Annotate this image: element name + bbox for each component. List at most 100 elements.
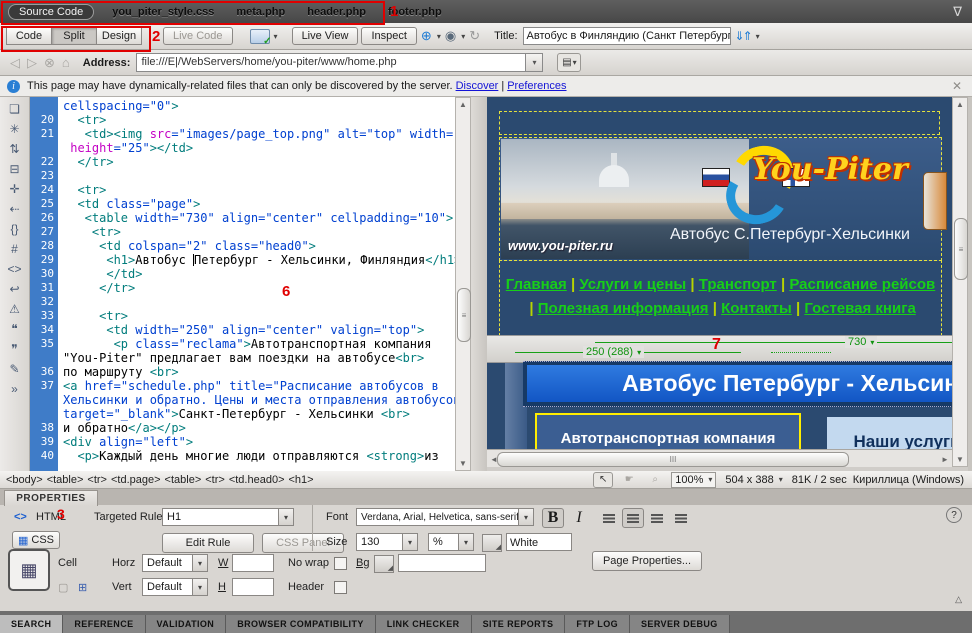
size-unit-combo[interactable]: %▾ bbox=[428, 533, 474, 551]
file-get-put-icon[interactable]: ⇓⇑ bbox=[735, 29, 751, 43]
view-button-split[interactable]: Split bbox=[51, 27, 97, 45]
validate-markup-icon[interactable]: ◉ bbox=[445, 28, 456, 44]
line-numbers-icon[interactable]: # bbox=[5, 243, 25, 256]
design-vertical-scrollbar[interactable]: ▲ ▼ ≡ bbox=[952, 97, 968, 467]
text-color-swatch[interactable]: ◢ bbox=[482, 534, 502, 552]
filter-icon[interactable]: ∇ bbox=[953, 4, 962, 20]
code-line[interactable]: <div align="left"> bbox=[63, 435, 455, 449]
code-line[interactable]: <tr> bbox=[63, 183, 455, 197]
targeted-rule-combo[interactable]: H1▾ bbox=[162, 508, 294, 526]
design-horizontal-scrollbar[interactable]: ◄ ► III bbox=[487, 449, 952, 467]
bg-color-swatch[interactable]: ◢ bbox=[374, 555, 394, 573]
code-line[interactable]: <td><img src="images/page_top.png" alt="… bbox=[63, 127, 455, 141]
nowrap-checkbox[interactable] bbox=[334, 557, 347, 570]
remove-comment-icon[interactable]: ❞ bbox=[5, 343, 25, 356]
address-input[interactable]: file:///E|/WebServers/home/you-piter/www… bbox=[136, 53, 526, 72]
check-browser-compat-icon[interactable]: ✓ bbox=[250, 29, 270, 44]
tag-selector-item[interactable]: <tr> bbox=[205, 474, 225, 486]
edit-icon[interactable]: ✎ bbox=[5, 363, 25, 376]
refresh-icon[interactable]: ↻ bbox=[469, 28, 480, 44]
collapse-full-tag-icon[interactable]: ⇅ bbox=[5, 143, 25, 156]
tag-selector-item[interactable]: <h1> bbox=[289, 474, 314, 486]
horz-combo[interactable]: Default▾ bbox=[142, 554, 208, 572]
table-width-label[interactable]: 730 ▾ bbox=[845, 336, 877, 348]
code-line[interactable]: <table width="730" align="center" cellpa… bbox=[63, 211, 455, 225]
code-vertical-scrollbar[interactable]: ▲ ▼ ≡ bbox=[455, 97, 471, 471]
font-combo[interactable]: Verdana, Arial, Helvetica, sans-serif▾ bbox=[356, 508, 534, 526]
scroll-down-icon[interactable]: ▼ bbox=[953, 455, 967, 464]
address-dropdown-icon[interactable]: ▾ bbox=[526, 53, 543, 72]
width-input[interactable] bbox=[232, 554, 274, 572]
select-parent-tag-icon[interactable]: ⇠ bbox=[5, 203, 25, 216]
code-line[interactable] bbox=[63, 169, 455, 183]
bg-color-input[interactable] bbox=[398, 554, 486, 572]
collapse-panel-icon[interactable]: △ bbox=[955, 594, 962, 605]
scroll-right-icon[interactable]: ► bbox=[941, 455, 949, 464]
code-line[interactable]: </td> bbox=[63, 267, 455, 281]
apply-comment-icon[interactable]: ❝ bbox=[5, 323, 25, 336]
bold-button[interactable]: B bbox=[542, 508, 564, 528]
code-view[interactable]: 2021222324252627282930313233343536373839… bbox=[30, 97, 455, 471]
size-combo[interactable]: 130▾ bbox=[356, 533, 418, 551]
hand-tool-icon[interactable]: ☛ bbox=[619, 472, 639, 488]
home-icon[interactable]: ⌂ bbox=[62, 55, 70, 70]
align-right-button[interactable] bbox=[646, 508, 668, 528]
close-infobar-icon[interactable]: ✕ bbox=[952, 79, 962, 93]
code-line[interactable]: по маршруту <br> bbox=[63, 365, 455, 379]
tag-selector-item[interactable]: <table> bbox=[165, 474, 202, 486]
panel-tab-validation[interactable]: VALIDATION bbox=[146, 615, 227, 633]
code-line[interactable]: <tr> bbox=[63, 113, 455, 127]
design-nav-link[interactable]: Главная bbox=[506, 276, 567, 293]
tag-selector-item[interactable]: <table> bbox=[47, 474, 84, 486]
merge-cells-icon[interactable]: ▢ bbox=[58, 581, 68, 594]
code-line[interactable]: <td class="page"> bbox=[63, 197, 455, 211]
vert-combo[interactable]: Default▾ bbox=[142, 578, 208, 596]
related-file-tab[interactable]: meta.php bbox=[236, 6, 285, 18]
related-file-tab[interactable]: header.php bbox=[307, 6, 366, 18]
code-line[interactable]: и обратно</a></p> bbox=[63, 421, 455, 435]
code-line[interactable]: </tr> bbox=[63, 155, 455, 169]
panel-tab-reference[interactable]: REFERENCE bbox=[63, 615, 145, 633]
syntax-error-alerts-icon[interactable]: ⚠ bbox=[5, 303, 25, 316]
code-line[interactable]: <h1>Автобус Петербург - Хельсинки, Финля… bbox=[63, 253, 455, 267]
panel-tab-server-debug[interactable]: SERVER DEBUG bbox=[630, 615, 730, 633]
text-color-input[interactable]: White bbox=[506, 533, 572, 551]
html-mode-button[interactable]: HTML bbox=[36, 511, 66, 523]
preferences-link[interactable]: Preferences bbox=[507, 80, 566, 92]
scrollbar-thumb[interactable]: ≡ bbox=[457, 288, 471, 342]
code-line[interactable]: <tr> bbox=[63, 309, 455, 323]
code-line[interactable]: target="_blank">Санкт-Петербург - Хельси… bbox=[63, 407, 455, 421]
panel-tab-browser-compatibility[interactable]: BROWSER COMPATIBILITY bbox=[226, 615, 376, 633]
code-line[interactable]: <a href="schedule.php" title="Расписание… bbox=[63, 379, 455, 393]
source-code-button[interactable]: Source Code bbox=[8, 4, 94, 20]
design-nav-link[interactable]: Услуги и цены bbox=[579, 276, 686, 293]
height-input[interactable] bbox=[232, 578, 274, 596]
window-size-combo[interactable]: 504 x 388▾ bbox=[722, 473, 785, 487]
code-line[interactable]: <tr> bbox=[63, 225, 455, 239]
tag-selector-item[interactable]: <td.page> bbox=[111, 474, 161, 486]
scroll-up-icon[interactable]: ▲ bbox=[456, 100, 470, 109]
align-left-button[interactable] bbox=[598, 508, 620, 528]
panel-tab-search[interactable]: SEARCH bbox=[0, 615, 63, 633]
code-line[interactable]: "You-Piter" предлагает вам поездки на ав… bbox=[63, 351, 455, 365]
italic-button[interactable]: I bbox=[568, 508, 590, 528]
code-navigator-icon[interactable]: ✳ bbox=[5, 123, 25, 136]
code-line[interactable]: <td width="250" align="center" valign="t… bbox=[63, 323, 455, 337]
code-line[interactable]: <p class="reclama">Автотранспортная комп… bbox=[63, 337, 455, 351]
split-cell-icon[interactable]: ⊞ bbox=[78, 581, 87, 594]
code-line[interactable]: cellspacing="0"> bbox=[63, 99, 455, 113]
edit-rule-button[interactable]: Edit Rule bbox=[162, 533, 254, 553]
view-options-icon[interactable]: ▤▾ bbox=[557, 53, 581, 72]
word-wrap-icon[interactable]: ↩ bbox=[5, 283, 25, 296]
panel-tab-link-checker[interactable]: LINK CHECKER bbox=[376, 615, 472, 633]
code-line[interactable]: Хельсинки и обратно. Цены и места отправ… bbox=[63, 393, 455, 407]
design-nav-link[interactable]: Полезная информация bbox=[538, 300, 709, 317]
view-button-design[interactable]: Design bbox=[96, 27, 142, 45]
page-properties-button[interactable]: Page Properties... bbox=[592, 551, 702, 571]
related-file-tab[interactable]: you_piter_style.css bbox=[112, 6, 214, 18]
inspect-button[interactable]: Inspect bbox=[361, 27, 416, 45]
balance-braces-icon[interactable]: {} bbox=[5, 223, 25, 236]
show-more-icon[interactable]: » bbox=[5, 383, 25, 396]
design-nav-link[interactable]: Расписание рейсов bbox=[789, 276, 935, 293]
header-checkbox[interactable] bbox=[334, 581, 347, 594]
